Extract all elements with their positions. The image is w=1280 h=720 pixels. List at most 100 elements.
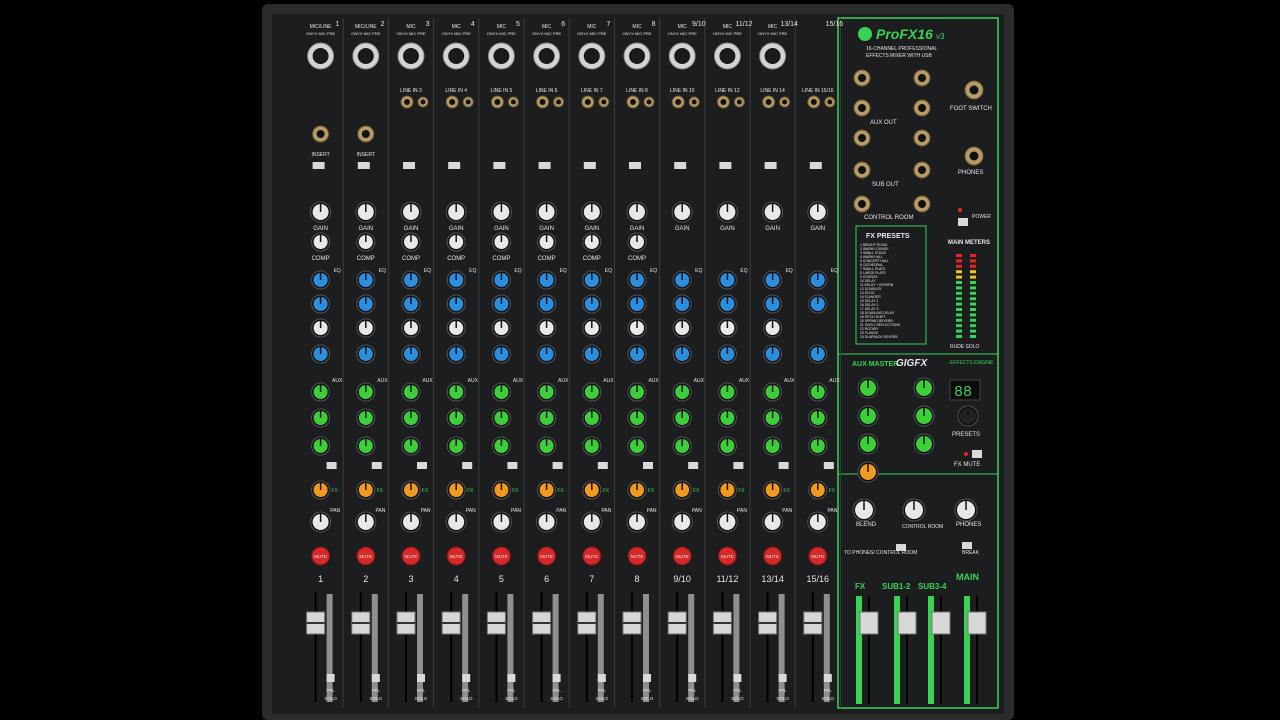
meter-led xyxy=(956,270,962,274)
power-switch[interactable] xyxy=(958,218,968,226)
meter-led xyxy=(970,281,976,284)
channel-number-bottom: 11/12 xyxy=(716,574,738,584)
aux-pre-switch[interactable] xyxy=(733,462,744,469)
pfl-solo-button[interactable] xyxy=(371,674,380,682)
fader-cap-line xyxy=(397,622,415,624)
line-input-jack-hole xyxy=(539,99,546,105)
pfl-solo-button[interactable] xyxy=(462,674,471,682)
mute-button-label: MUTE xyxy=(766,554,779,559)
line-input-jack-2-hole xyxy=(646,99,652,105)
pfl-label: PFL xyxy=(824,688,833,693)
fx-mute-switch[interactable] xyxy=(972,450,982,458)
low-cut-switch[interactable] xyxy=(583,162,596,169)
comp-label: COMP xyxy=(628,256,646,262)
aux-label: AUX xyxy=(377,378,388,384)
fx-preset-item: 24 SLAPBACK REVERB xyxy=(860,335,898,339)
break-switch[interactable] xyxy=(962,542,972,549)
aux-pre-switch[interactable] xyxy=(326,462,337,469)
line-input-label: LINE IN 14 xyxy=(760,88,785,94)
channel-number-bottom: 7 xyxy=(589,574,594,584)
fader-scale xyxy=(552,594,559,702)
pfl-solo-button[interactable] xyxy=(643,674,651,682)
meter-led xyxy=(956,275,962,279)
brand-subtitle-2: EFFECTS MIXER WITH USB xyxy=(866,53,933,59)
low-cut-switch[interactable] xyxy=(764,162,777,169)
pfl-solo-button[interactable] xyxy=(326,674,335,682)
fader-scale xyxy=(462,594,469,702)
mute-button-label: MUTE xyxy=(495,554,508,559)
gain-label: GAIN xyxy=(494,226,509,232)
pfl-solo-button[interactable] xyxy=(778,674,787,682)
comp-label: COMP xyxy=(312,256,330,262)
low-cut-switch[interactable] xyxy=(538,162,551,169)
fader-sub12-label: SUB1-2 xyxy=(882,582,911,591)
low-cut-switch[interactable] xyxy=(629,162,641,169)
mixer-chassis: ProFX16 v3 16-CHANNEL PROFESSIONAL EFFEC… xyxy=(262,4,1014,720)
low-cut-switch[interactable] xyxy=(493,162,506,169)
fader-cap-line xyxy=(668,622,687,624)
pfl-label: PFL xyxy=(507,688,516,693)
aux-label: AUX xyxy=(784,378,795,384)
meter-led xyxy=(956,302,962,306)
aux-label: AUX xyxy=(513,378,524,384)
fader-cap-line xyxy=(306,622,325,624)
pfl-solo-button[interactable] xyxy=(597,674,606,682)
low-cut-switch[interactable] xyxy=(719,162,732,169)
pfl-solo-button[interactable] xyxy=(688,674,697,682)
fader-main[interactable] xyxy=(967,611,987,635)
gain-label: GAIN xyxy=(449,226,464,232)
pfl-label: PFL xyxy=(733,688,742,693)
eq-label: EQ xyxy=(469,268,476,274)
low-cut-switch[interactable] xyxy=(674,162,687,169)
aux-pre-switch[interactable] xyxy=(823,462,834,469)
channel-preamp-label: ONYX MIC PRE xyxy=(532,31,561,36)
aux-pre-switch[interactable] xyxy=(417,462,427,469)
meter-led xyxy=(970,275,976,279)
mute-button-label: MUTE xyxy=(631,554,644,559)
low-cut-switch[interactable] xyxy=(312,162,325,169)
comp-label: COMP xyxy=(538,256,556,262)
meter-led xyxy=(956,291,962,295)
mixer-surface: ProFX16 v3 16-CHANNEL PROFESSIONAL EFFEC… xyxy=(306,17,999,709)
eq-label: EQ xyxy=(334,268,341,274)
pfl-solo-button[interactable] xyxy=(733,674,742,682)
fader-fx[interactable] xyxy=(859,611,879,635)
pfl-solo-button[interactable] xyxy=(417,674,425,682)
aux-pre-switch[interactable] xyxy=(643,462,653,469)
fader-sub12[interactable] xyxy=(897,611,917,635)
aux-pre-switch[interactable] xyxy=(778,462,789,469)
aux-pre-switch[interactable] xyxy=(597,462,608,469)
to-phones-switch[interactable] xyxy=(896,544,906,551)
fader-slot xyxy=(811,592,814,702)
aux-out-label: AUX OUT xyxy=(870,120,897,126)
channel-preamp-label: ONYX MIC PRE xyxy=(622,31,651,36)
master-output-jack-hole xyxy=(858,200,866,208)
aux-pre-switch[interactable] xyxy=(688,462,699,469)
eq-label: EQ xyxy=(650,268,657,274)
line-input-jack-hole xyxy=(630,99,636,105)
comp-label: COMP xyxy=(447,256,465,262)
meter-led xyxy=(956,318,962,322)
aux-pre-switch[interactable] xyxy=(507,462,518,469)
line-input-label: LINE IN 8 xyxy=(626,88,648,94)
line-input-label: LINE IN 3 xyxy=(400,88,422,94)
aux-pre-switch[interactable] xyxy=(462,462,473,469)
fader-sub34[interactable] xyxy=(931,611,951,635)
aux-pre-switch[interactable] xyxy=(371,462,382,469)
aux-label: AUX xyxy=(468,378,479,384)
gain-label: GAIN xyxy=(675,226,690,232)
mute-button-label: MUTE xyxy=(450,554,463,559)
line-input-jack-2-hole xyxy=(827,99,833,105)
low-cut-switch[interactable] xyxy=(809,162,822,169)
low-cut-switch[interactable] xyxy=(448,162,461,169)
pfl-solo-button[interactable] xyxy=(823,674,832,682)
pfl-solo-button[interactable] xyxy=(507,674,516,682)
xlr-input-hole xyxy=(493,48,510,64)
aux-pre-switch[interactable] xyxy=(552,462,563,469)
pfl-solo-button[interactable] xyxy=(552,674,561,682)
low-cut-switch[interactable] xyxy=(403,162,415,169)
aux-label: AUX xyxy=(422,378,433,384)
eq-label: EQ xyxy=(831,268,838,274)
low-cut-switch[interactable] xyxy=(357,162,370,169)
xlr-input-hole xyxy=(629,48,645,64)
